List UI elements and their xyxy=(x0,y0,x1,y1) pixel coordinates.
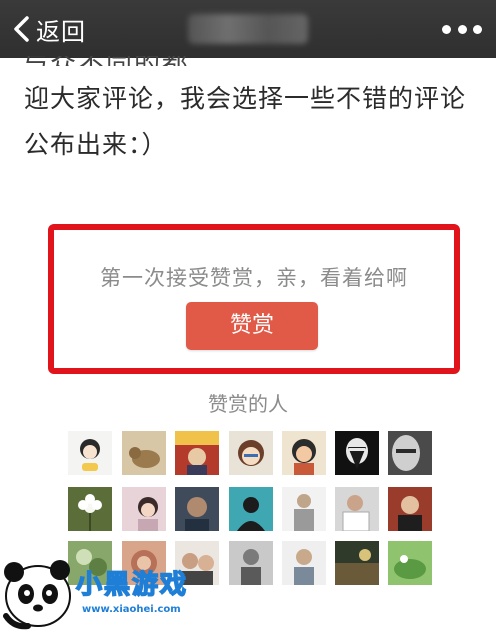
more-options-button[interactable] xyxy=(442,18,482,40)
reward-highlight-box: 第一次接受赞赏，亲，看着给啊 赞赏 xyxy=(48,224,460,374)
blurred-page-title xyxy=(188,14,308,44)
rewarder-avatar[interactable] xyxy=(388,487,432,531)
more-dot-icon xyxy=(457,24,467,34)
watermark-title: 小黑游戏 xyxy=(75,569,189,601)
rewarder-avatar[interactable] xyxy=(388,541,432,585)
rewarder-avatar[interactable] xyxy=(122,431,166,475)
back-button[interactable]: 返回 xyxy=(12,10,86,48)
rewarder-avatar[interactable] xyxy=(335,431,379,475)
rewarders-title: 赞赏的人 xyxy=(208,392,288,416)
more-dot-icon xyxy=(442,24,451,34)
rewarder-avatar[interactable] xyxy=(175,431,219,475)
rewarder-avatar[interactable] xyxy=(68,487,112,531)
rewarder-avatar[interactable] xyxy=(282,487,326,531)
top-nav-bar: 返回 xyxy=(0,0,496,58)
more-dot-icon xyxy=(473,24,482,34)
rewarder-avatar[interactable] xyxy=(282,431,326,475)
reward-prompt: 第一次接受赞赏，亲，看着给啊 xyxy=(100,266,408,290)
reward-button[interactable]: 赞赏 xyxy=(186,302,318,350)
rewarder-avatar[interactable] xyxy=(335,541,379,585)
rewarder-avatar[interactable] xyxy=(122,487,166,531)
rewarder-avatar[interactable] xyxy=(229,431,273,475)
rewarder-avatar[interactable] xyxy=(388,431,432,475)
rewarder-avatar[interactable] xyxy=(282,541,326,585)
rewarder-avatar[interactable] xyxy=(229,541,273,585)
rewarder-avatar[interactable] xyxy=(175,487,219,531)
panda-logo-icon xyxy=(3,560,71,630)
partially-visible-line: 与众不同的都 xyxy=(22,56,472,66)
back-label: 返回 xyxy=(36,17,86,46)
rewarder-avatar[interactable] xyxy=(68,431,112,475)
watermark-url: www.xiaohei.com xyxy=(82,604,181,615)
article-paragraph: 迎大家评论，我会选择一些不错的评论公布出来：） xyxy=(24,84,467,159)
watermark-logo: 小黑游戏 www.xiaohei.com xyxy=(0,556,210,631)
rewarder-avatar[interactable] xyxy=(335,487,379,531)
chevron-left-icon xyxy=(14,16,29,42)
rewarder-avatar[interactable] xyxy=(229,487,273,531)
